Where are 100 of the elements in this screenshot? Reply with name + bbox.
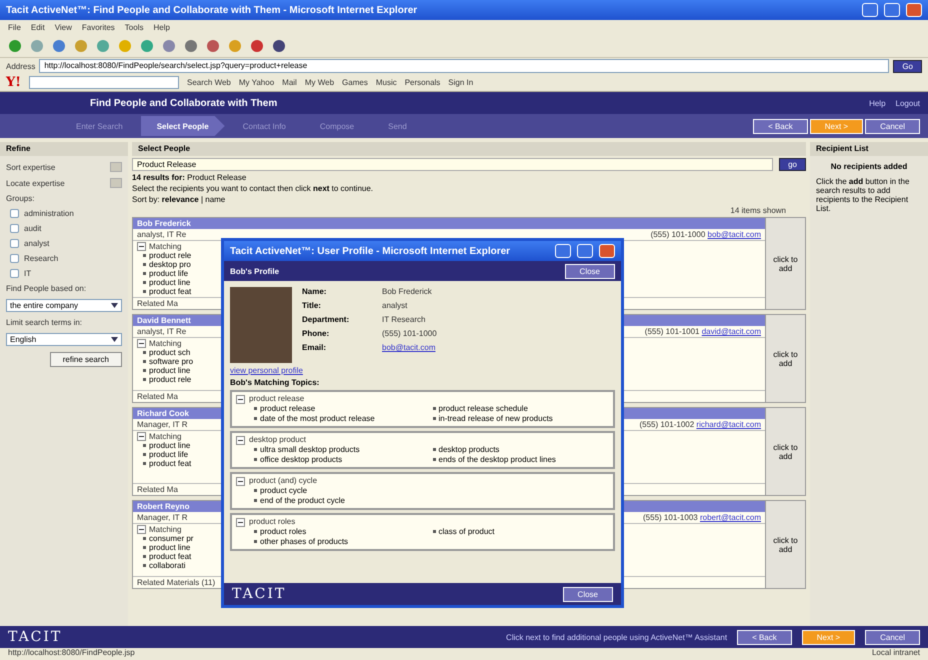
toggle-button[interactable] — [110, 178, 122, 188]
refine-search-button[interactable]: refine search — [50, 352, 122, 367]
yahoo-logo[interactable]: Y! — [6, 75, 21, 90]
field-label: Name: — [302, 287, 328, 296]
email-link[interactable]: richard@tacit.com — [696, 420, 761, 429]
toggle-button[interactable] — [110, 162, 122, 172]
menu-item[interactable]: Favorites — [82, 22, 115, 32]
status-url: http://localhost:8080/FindPeople.jsp — [8, 648, 135, 659]
menu-item[interactable]: Help — [153, 22, 170, 32]
toolbar-item[interactable]: My Yahoo — [238, 78, 274, 87]
field-value: analyst — [382, 301, 408, 310]
add-button[interactable]: click to add — [765, 501, 805, 588]
person-name[interactable]: Robert Reyno — [137, 502, 190, 511]
close-button[interactable] — [599, 244, 615, 258]
toolbar-icon[interactable] — [52, 38, 66, 52]
checkbox-label: IT — [24, 269, 32, 278]
wizard-step[interactable]: Select People — [140, 116, 225, 136]
nav-button[interactable]: Cancel — [865, 630, 920, 644]
person-name[interactable]: David Bennett — [137, 316, 191, 325]
menu-item[interactable]: Tools — [124, 22, 144, 32]
toolbar-icon[interactable] — [272, 38, 286, 52]
tacit-logo: TACIT — [232, 586, 286, 602]
toolbar-item[interactable]: Music — [376, 78, 397, 87]
person-name[interactable]: Bob Frederick — [137, 219, 191, 228]
field-label: Title: — [302, 301, 322, 310]
add-button[interactable]: click to add — [765, 315, 805, 402]
topic-item: other phases of products — [252, 537, 348, 547]
toolbar-item[interactable]: Mail — [282, 78, 297, 87]
nav-button[interactable]: < Back — [753, 118, 808, 134]
toolbar-item[interactable]: Sign In — [448, 78, 474, 87]
menu-item[interactable]: View — [54, 22, 72, 32]
checkbox[interactable] — [10, 224, 19, 233]
empty-message: No recipients added — [830, 162, 908, 171]
related-materials[interactable]: Related Ma — [137, 299, 178, 308]
field-label: Locate expertise — [6, 178, 65, 188]
add-button[interactable]: click to add — [765, 408, 805, 495]
email-link[interactable]: bob@tacit.com — [708, 230, 761, 239]
collapse-icon[interactable] — [137, 242, 146, 251]
collapse-icon[interactable] — [236, 436, 245, 444]
email-link[interactable]: robert@tacit.com — [700, 513, 761, 522]
profile-link[interactable]: view personal profile — [230, 366, 303, 375]
topic-item: date of the most product release — [252, 414, 375, 424]
related-materials[interactable]: Related Materials (11) — [137, 578, 216, 587]
topic-item: product life — [137, 269, 188, 278]
sort-links[interactable]: Sort by: relevance | name — [132, 195, 806, 204]
toolbar-item[interactable]: Personals — [404, 78, 440, 87]
nav-button[interactable]: Cancel — [865, 118, 920, 134]
toolbar-icon[interactable] — [250, 38, 264, 52]
go-button[interactable]: go — [779, 158, 806, 171]
toolbar-icon[interactable] — [206, 38, 220, 52]
maximize-button[interactable] — [884, 3, 900, 17]
person-name[interactable]: Richard Cook — [137, 409, 190, 418]
topic-name: product release — [249, 394, 304, 404]
toolbar-icon[interactable] — [184, 38, 198, 52]
minimize-button[interactable] — [555, 244, 571, 258]
search-web-button[interactable]: Search Web — [187, 78, 231, 87]
close-button[interactable] — [906, 3, 922, 17]
checkbox[interactable] — [10, 269, 19, 278]
related-materials[interactable]: Related Ma — [137, 392, 178, 401]
checkbox[interactable] — [10, 239, 19, 248]
maximize-button[interactable] — [577, 244, 593, 258]
collapse-icon[interactable] — [137, 525, 146, 534]
field-label: Email: — [302, 343, 328, 352]
topic-item: product feat — [137, 287, 192, 296]
collapse-icon[interactable] — [236, 518, 245, 526]
filter-label: Groups: — [6, 194, 34, 203]
email-link[interactable]: bob@tacit.com — [382, 343, 437, 352]
toolbar-item[interactable]: My Web — [304, 78, 334, 87]
checkbox[interactable] — [10, 209, 19, 218]
topic-item: desktop pro — [137, 260, 191, 269]
go-button[interactable]: Go — [893, 60, 922, 72]
minimize-button[interactable] — [862, 3, 878, 17]
header-link[interactable]: Logout — [896, 98, 920, 108]
menu-item[interactable]: File — [8, 22, 21, 32]
address-field[interactable]: http://localhost:8080/FindPeople/search/select.jsp?query=product+release — [39, 59, 890, 73]
collapse-icon[interactable] — [137, 339, 146, 348]
related-materials[interactable]: Related Ma — [137, 485, 178, 494]
toolbar-item[interactable]: Games — [342, 78, 368, 87]
language-dropdown[interactable]: English — [6, 333, 122, 346]
collapse-icon[interactable] — [236, 394, 245, 404]
menu-item[interactable]: Edit — [30, 22, 45, 32]
section-title: Bob's Matching Topics: — [230, 378, 320, 387]
topic-name: desktop product — [249, 435, 306, 445]
search-field[interactable] — [29, 76, 179, 89]
add-button[interactable]: click to add — [765, 218, 805, 309]
caret-icon — [111, 337, 118, 342]
collapse-icon[interactable] — [236, 476, 245, 486]
email-link[interactable]: david@tacit.com — [702, 327, 761, 336]
nav-button[interactable]: < Back — [737, 630, 792, 644]
topic-item: software pro — [137, 357, 194, 366]
people-dropdown[interactable]: the entire company — [6, 299, 122, 312]
header-link[interactable]: Help — [869, 98, 886, 108]
checkbox-label: Research — [24, 254, 58, 263]
query-field[interactable]: Product Release — [132, 158, 774, 171]
checkbox[interactable] — [10, 254, 19, 263]
topic-item: office desktop products — [252, 455, 342, 465]
close-button[interactable]: Close — [562, 586, 613, 602]
collapse-icon[interactable] — [137, 432, 146, 441]
topic-item: product cycle — [252, 486, 308, 496]
close-button[interactable]: Close — [564, 264, 615, 278]
